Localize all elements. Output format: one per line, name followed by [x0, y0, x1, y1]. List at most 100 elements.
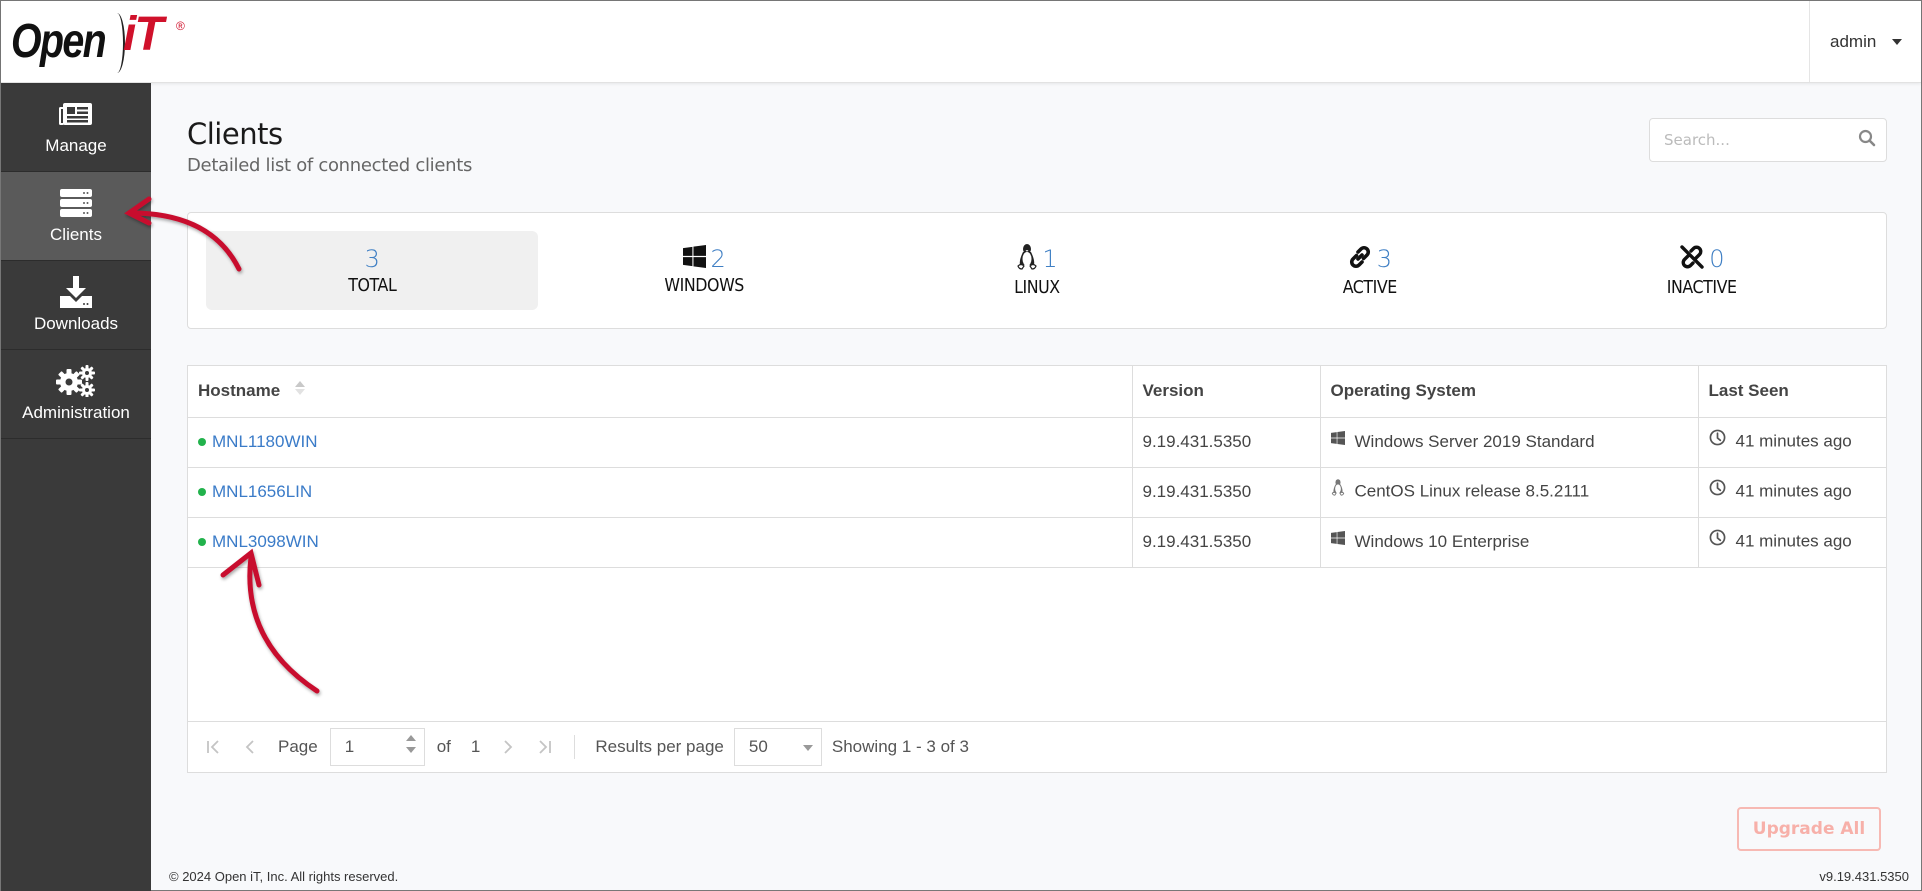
- windows-icon: [1330, 530, 1345, 550]
- stat-active-value: 3: [1376, 245, 1393, 273]
- decrement-icon[interactable]: [405, 747, 416, 753]
- sidebar-item-downloads[interactable]: Downloads: [1, 261, 151, 350]
- link-icon: [1347, 244, 1373, 275]
- stat-total[interactable]: 3 TOTAL: [206, 231, 539, 310]
- last-seen-text: 41 minutes ago: [1735, 481, 1852, 501]
- linux-icon: [1331, 479, 1345, 501]
- sidebar-item-label: Downloads: [33, 314, 119, 333]
- os-name: Windows 10 Enterprise: [1354, 531, 1530, 551]
- sidebar-item-clients[interactable]: Clients: [1, 172, 151, 261]
- last-seen-cell: 41 minutes ago: [1698, 517, 1886, 568]
- column-header-last-seen[interactable]: Last Seen: [1698, 366, 1886, 418]
- next-page-button[interactable]: [502, 739, 514, 755]
- stat-windows-label: WINDOWS: [664, 275, 745, 296]
- stat-inactive-label: INACTIVE: [1666, 276, 1737, 298]
- page-number-input[interactable]: [344, 737, 395, 757]
- page-label: Page: [278, 737, 318, 756]
- prev-page-button[interactable]: [244, 739, 256, 755]
- clock-icon: [1709, 429, 1726, 451]
- hostname-link[interactable]: MNL1656LIN: [212, 482, 312, 501]
- server-icon: [60, 187, 92, 219]
- upgrade-all-button[interactable]: Upgrade All: [1737, 807, 1881, 851]
- download-icon: [60, 276, 92, 308]
- column-header-label: Hostname: [198, 380, 281, 400]
- logo-text-open: Open: [11, 14, 107, 68]
- page-number-stepper[interactable]: [329, 728, 425, 766]
- page-title: Clients: [187, 117, 283, 151]
- client-stats-card: 3 TOTAL 2 WINDOWS 1 LINUX 3 ACTIVE 0 INA…: [187, 212, 1887, 329]
- os-cell: Windows Server 2019 Standard: [1320, 417, 1699, 468]
- table-header-row: Hostname Version Operating System Last S…: [188, 366, 1886, 418]
- search-input[interactable]: [1664, 131, 1858, 149]
- column-header-label: Version: [1142, 381, 1204, 401]
- version-cell: 9.19.431.5350: [1132, 467, 1321, 518]
- online-status-dot: [198, 437, 206, 446]
- online-status-dot: [198, 487, 206, 496]
- first-page-button[interactable]: [206, 739, 222, 755]
- total-pages: 1: [470, 737, 481, 756]
- clock-icon: [1709, 479, 1726, 501]
- sidebar: Manage Clients Downloads Administration: [1, 83, 151, 891]
- stat-total-label: TOTAL: [348, 275, 397, 296]
- last-seen-text: 41 minutes ago: [1735, 531, 1852, 551]
- column-header-hostname[interactable]: Hostname: [188, 366, 1133, 418]
- sidebar-item-label: Clients: [50, 225, 102, 244]
- copyright-text: © 2024 Open iT, Inc. All rights reserved…: [169, 869, 399, 884]
- search-box[interactable]: [1649, 118, 1887, 162]
- hostname-link[interactable]: MNL3098WIN: [212, 532, 319, 551]
- sidebar-item-manage[interactable]: Manage: [1, 83, 151, 172]
- showing-count: Showing 1 - 3 of 3: [831, 737, 969, 756]
- stat-linux-label: LINUX: [1014, 276, 1060, 298]
- table-row: MNL1180WIN 9.19.431.5350 Windows Server …: [188, 417, 1886, 468]
- newspaper-icon: [59, 98, 93, 130]
- unlink-icon: [1679, 244, 1705, 275]
- open-it-logo[interactable]: Open iT ®: [11, 8, 185, 73]
- page-subtitle: Detailed list of connected clients: [187, 155, 473, 176]
- sidebar-item-administration[interactable]: Administration: [1, 350, 151, 439]
- sort-icon[interactable]: [294, 380, 305, 401]
- column-header-version[interactable]: Version: [1132, 366, 1321, 418]
- logo-text-it: iT: [123, 8, 164, 61]
- search-icon[interactable]: [1858, 129, 1876, 152]
- results-per-page-select[interactable]: 50: [733, 728, 822, 766]
- version-cell: 9.19.431.5350: [1132, 417, 1321, 468]
- user-menu[interactable]: admin: [1809, 1, 1921, 82]
- chevron-down-icon: [802, 745, 813, 751]
- windows-icon: [1330, 430, 1345, 450]
- results-per-page-label: Results per page: [595, 737, 724, 756]
- top-bar: Open iT ® admin: [1, 1, 1921, 83]
- stat-active-label: ACTIVE: [1342, 276, 1397, 298]
- app-version: v9.19.431.5350: [1819, 869, 1909, 884]
- increment-icon[interactable]: [405, 735, 416, 741]
- os-name: Windows Server 2019 Standard: [1354, 431, 1595, 451]
- last-seen-cell: 41 minutes ago: [1698, 417, 1886, 468]
- windows-icon: [683, 245, 707, 273]
- last-page-button[interactable]: [536, 739, 552, 755]
- pager-divider: [574, 735, 576, 759]
- column-header-label: Operating System: [1330, 381, 1477, 401]
- stat-linux-value: 1: [1042, 245, 1058, 273]
- hostname-link[interactable]: MNL1180WIN: [212, 432, 318, 451]
- stat-inactive[interactable]: 0 INACTIVE: [1536, 231, 1868, 310]
- table-row: MNL1656LIN 9.19.431.5350 CentOS Linux re…: [188, 467, 1886, 518]
- sidebar-item-label: Manage: [45, 136, 107, 155]
- stat-windows-value: 2: [710, 245, 726, 273]
- stat-inactive-value: 0: [1709, 245, 1725, 273]
- last-seen-text: 41 minutes ago: [1735, 431, 1852, 451]
- column-header-label: Last Seen: [1708, 381, 1789, 401]
- version-cell: 9.19.431.5350: [1132, 517, 1321, 568]
- os-cell: Windows 10 Enterprise: [1320, 517, 1699, 568]
- clients-table: Hostname Version Operating System Last S…: [187, 365, 1887, 773]
- caret-down-icon: [1892, 38, 1903, 45]
- user-name: admin: [1830, 31, 1877, 51]
- linux-icon: [1016, 243, 1038, 275]
- stat-active[interactable]: 3 ACTIVE: [1203, 231, 1535, 310]
- gears-icon: [56, 365, 96, 397]
- column-header-os[interactable]: Operating System: [1320, 366, 1699, 418]
- clock-icon: [1709, 529, 1726, 551]
- of-label: of: [436, 737, 451, 756]
- main-content: Clients Detailed list of connected clien…: [151, 83, 1921, 891]
- os-name: CentOS Linux release 8.5.2111: [1354, 481, 1590, 501]
- stat-linux[interactable]: 1 LINUX: [871, 231, 1203, 310]
- stat-windows[interactable]: 2 WINDOWS: [538, 231, 870, 310]
